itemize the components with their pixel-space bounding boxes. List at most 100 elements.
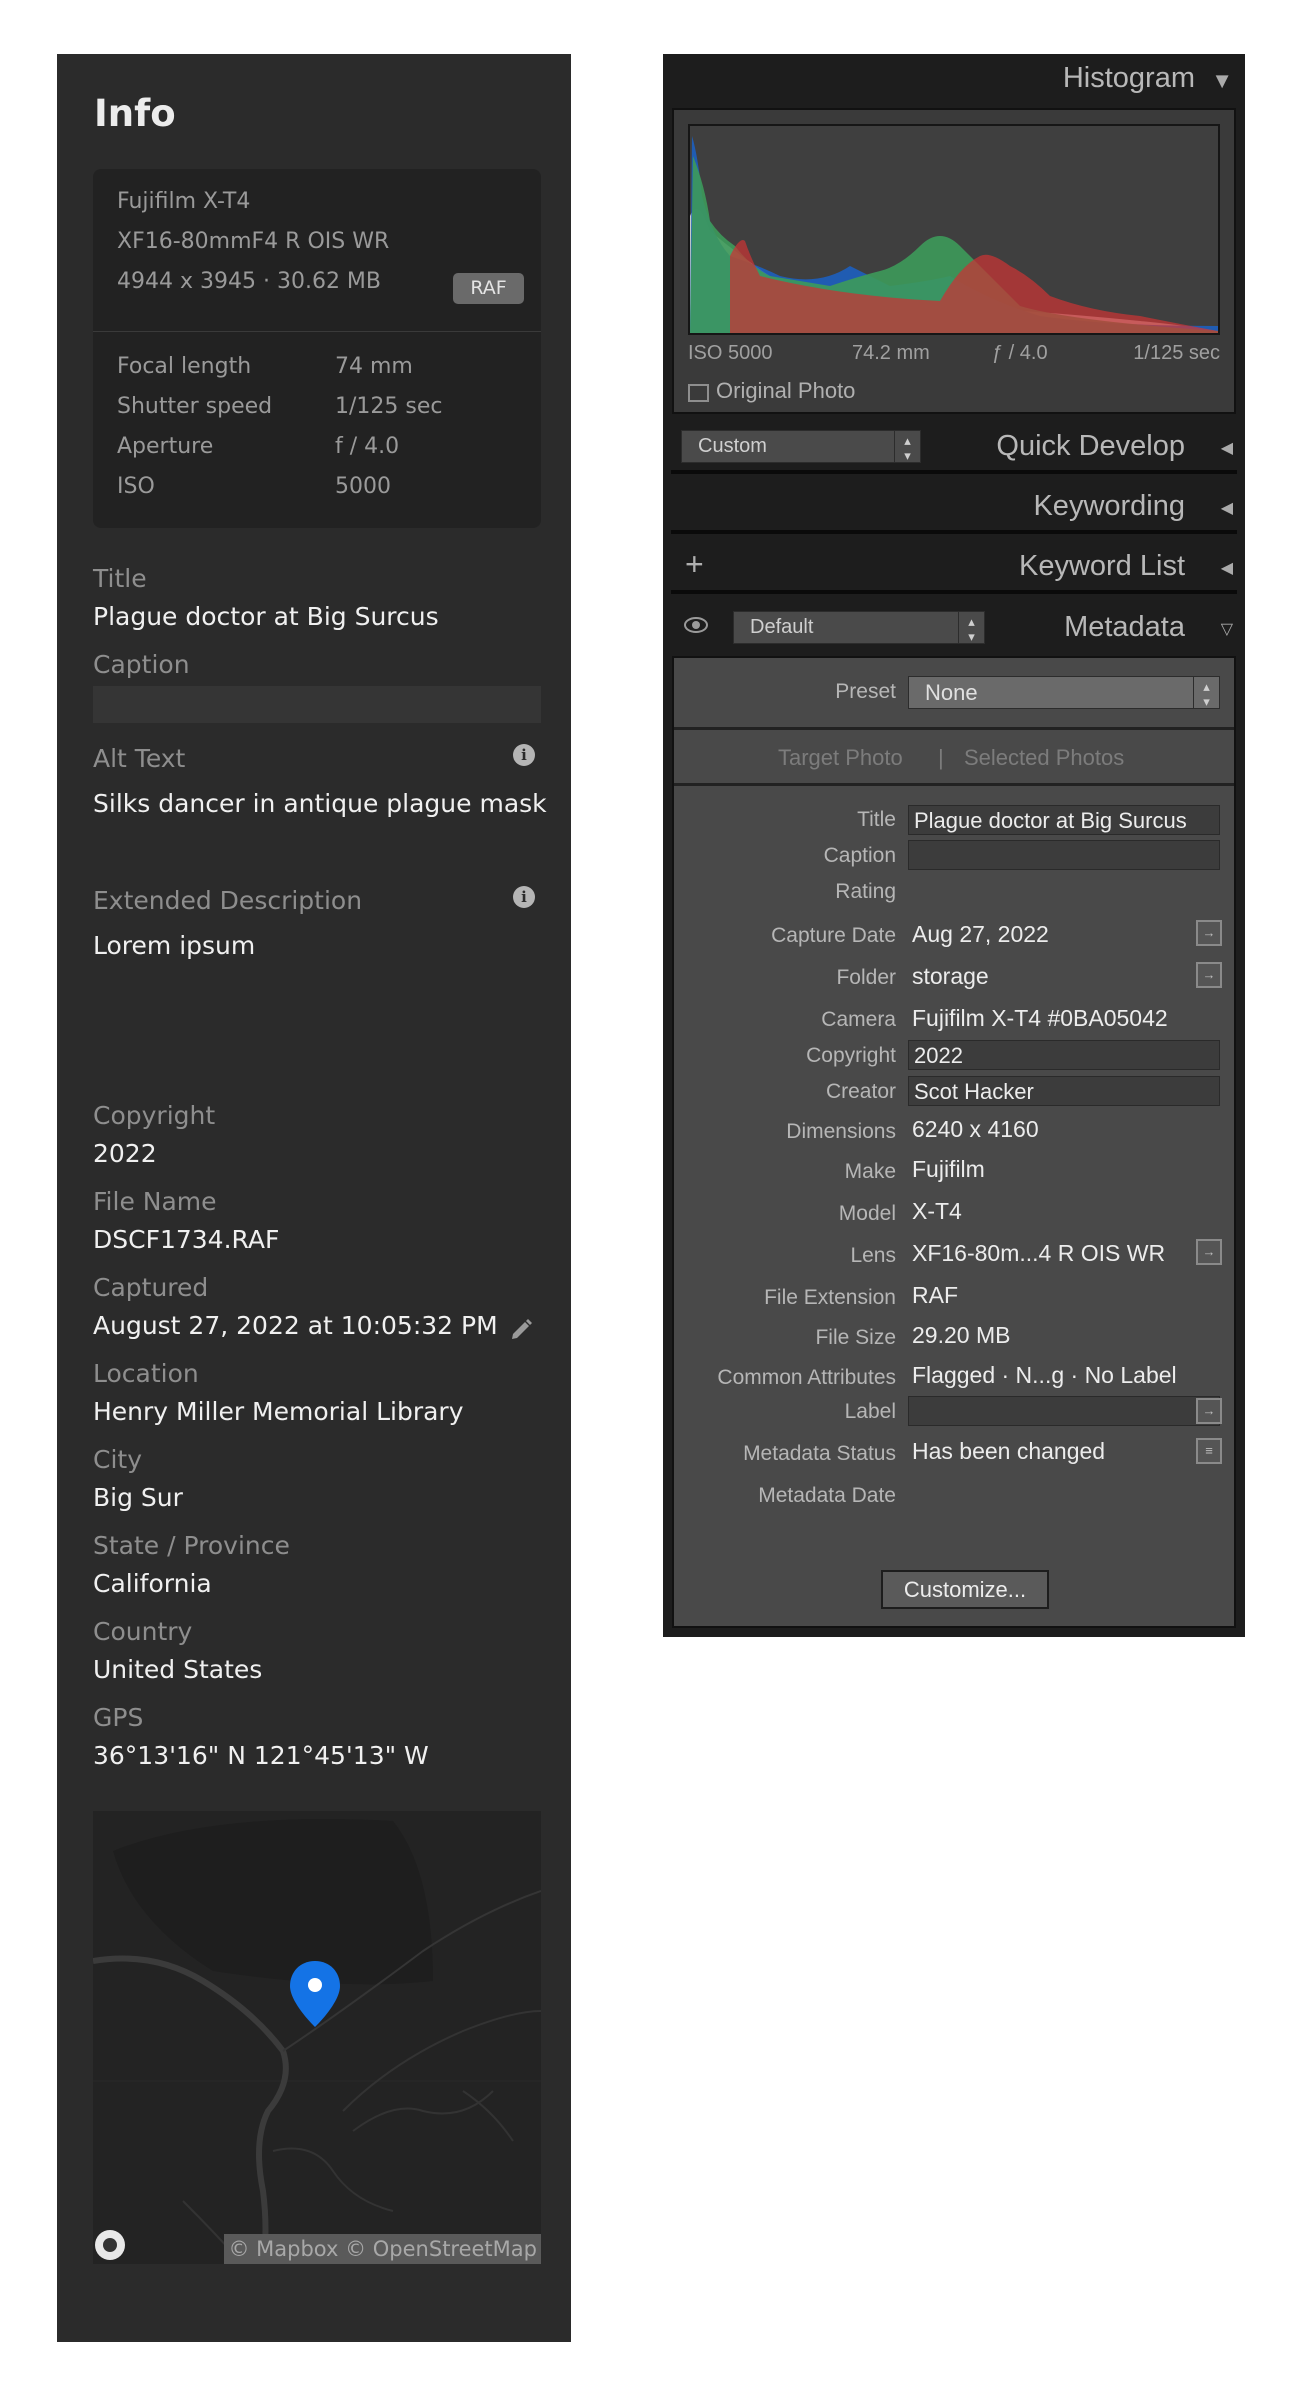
target-photo-option[interactable]: Target Photo	[778, 745, 903, 771]
info-icon[interactable]: i	[513, 886, 535, 908]
metadata-panel: Preset None ▴ ▾ Target Photo | Selected P…	[672, 656, 1236, 1628]
updown-arrows-icon: ▴ ▾	[958, 612, 984, 644]
metadata-header[interactable]: Metadata	[1064, 611, 1185, 644]
collapse-triangle-icon[interactable]: ▼	[1211, 68, 1233, 94]
original-photo-checkbox[interactable]	[688, 384, 709, 402]
metadata-preset-value: None	[925, 680, 978, 705]
quick-develop-header[interactable]: Quick Develop	[996, 430, 1185, 463]
keywording-header[interactable]: Keywording	[1033, 490, 1185, 523]
histogram-focal-length: 74.2 mm	[852, 342, 930, 364]
preset-row: Preset None ▴ ▾	[674, 658, 1234, 730]
meta-dimensions-value: 6240 x 4160	[912, 1116, 1039, 1142]
go-to-arrow-icon[interactable]: →	[1196, 920, 1222, 946]
histogram-header[interactable]: Histogram	[1063, 62, 1195, 95]
copyright-value[interactable]: 2022	[93, 1139, 157, 1168]
panel-divider	[671, 590, 1237, 594]
mapbox-logo-icon[interactable]	[95, 2230, 125, 2260]
meta-copyright-input[interactable]: 2022	[908, 1040, 1220, 1070]
meta-camera-value: Fujifilm X-T4 #0BA05042	[912, 1005, 1168, 1031]
exif-value: 1/125 sec	[335, 394, 443, 419]
captured-label: Captured	[93, 1273, 209, 1302]
meta-file-extension-value: RAF	[912, 1282, 958, 1308]
histogram-iso: ISO 5000	[688, 342, 773, 364]
target-selector-row: Target Photo | Selected Photos	[674, 733, 1234, 786]
camera-info-card: Fujifilm X-T4 XF16-80mmF4 R OIS WR 4944 …	[93, 169, 541, 528]
metadata-preset-select[interactable]: None ▴ ▾	[908, 676, 1220, 709]
histogram-curves	[690, 136, 1218, 333]
go-to-arrow-icon[interactable]: →	[1196, 962, 1222, 988]
map-terrain	[93, 1819, 541, 2264]
exif-value: 74 mm	[335, 354, 413, 379]
meta-file-size-value: 29.20 MB	[912, 1322, 1011, 1348]
meta-caption-label: Caption	[823, 844, 896, 867]
meta-file-size-label: File Size	[815, 1326, 896, 1349]
meta-date-label: Metadata Date	[758, 1484, 896, 1507]
meta-label-label: Label	[844, 1400, 896, 1423]
metadata-view-select[interactable]: Default ▴ ▾	[733, 611, 985, 644]
plus-icon[interactable]: +	[685, 546, 704, 583]
meta-status-label: Metadata Status	[743, 1442, 896, 1465]
country-value[interactable]: United States	[93, 1655, 262, 1684]
expand-triangle-icon[interactable]: ▽	[1221, 619, 1233, 639]
go-to-arrow-icon[interactable]: →	[1196, 1398, 1222, 1424]
original-photo-label[interactable]: Original Photo	[716, 378, 855, 404]
location-value[interactable]: Henry Miller Memorial Library	[93, 1397, 464, 1426]
alt-text-field[interactable]: Silks dancer in antique plague mask	[93, 789, 547, 818]
card-divider	[93, 331, 541, 332]
updown-arrows-icon: ▴ ▾	[894, 431, 920, 463]
file-format-badge: RAF	[453, 273, 524, 304]
info-icon[interactable]: i	[513, 744, 535, 766]
meta-common-attributes-label: Common Attributes	[717, 1366, 896, 1389]
quick-develop-preset-value: Custom	[698, 435, 767, 457]
map-attribution[interactable]: © Mapbox © OpenStreetMap	[224, 2234, 541, 2264]
meta-copyright-label: Copyright	[806, 1044, 896, 1067]
meta-common-attributes-value: Flagged · N...g · No Label	[912, 1362, 1177, 1388]
go-to-arrow-icon[interactable]: →	[1196, 1239, 1222, 1265]
meta-make-value: Fujifilm	[912, 1156, 985, 1182]
pencil-icon[interactable]	[509, 1316, 535, 1342]
title-field[interactable]: Plague doctor at Big Surcus	[93, 602, 439, 631]
collapse-triangle-icon[interactable]: ◀	[1221, 558, 1233, 578]
keyword-list-header[interactable]: Keyword List	[1019, 550, 1185, 583]
extended-description-label: Extended Description	[93, 886, 363, 915]
country-label: Country	[93, 1617, 193, 1646]
meta-capture-date-label: Capture Date	[771, 924, 896, 947]
collapse-triangle-icon[interactable]: ◀	[1221, 498, 1233, 518]
meta-model-value: X-T4	[912, 1198, 962, 1224]
selected-photos-option[interactable]: Selected Photos	[964, 745, 1124, 771]
meta-lens-label: Lens	[850, 1244, 896, 1267]
meta-file-extension-label: File Extension	[764, 1286, 896, 1309]
copyright-label: Copyright	[93, 1101, 216, 1130]
preset-label: Preset	[835, 680, 896, 703]
caption-field[interactable]	[93, 686, 541, 723]
collapse-triangle-icon[interactable]: ◀	[1221, 438, 1233, 458]
exif-label: Focal length	[117, 354, 252, 379]
customize-button[interactable]: Customize...	[881, 1570, 1049, 1609]
meta-title-input[interactable]: Plague doctor at Big Surcus	[908, 805, 1220, 835]
panel-divider	[671, 470, 1237, 474]
location-map[interactable]: © Mapbox © OpenStreetMap	[93, 1811, 541, 2264]
meta-caption-input[interactable]	[908, 840, 1220, 870]
meta-creator-label: Creator	[825, 1080, 896, 1103]
meta-dimensions-label: Dimensions	[786, 1120, 896, 1143]
city-value[interactable]: Big Sur	[93, 1483, 183, 1512]
file-name-label: File Name	[93, 1187, 217, 1216]
eye-icon[interactable]	[683, 616, 709, 634]
meta-model-label: Model	[838, 1202, 896, 1225]
lightroom-right-panel: Histogram ▼ ISO 5000 74.2 mm ƒ / 4.0 1/1…	[663, 54, 1245, 1637]
state-value[interactable]: California	[93, 1569, 212, 1598]
meta-make-label: Make	[844, 1160, 896, 1183]
image-dimensions-size: 4944 x 3945 · 30.62 MB	[117, 269, 382, 294]
camera-model: Fujifilm X-T4	[117, 189, 251, 214]
list-icon[interactable]: ≡	[1196, 1438, 1222, 1464]
updown-arrows-icon: ▴ ▾	[1193, 677, 1219, 709]
meta-label-input[interactable]	[908, 1396, 1220, 1426]
map-pin-icon[interactable]	[287, 1959, 343, 2031]
quick-develop-preset-select[interactable]: Custom ▴ ▾	[681, 430, 921, 463]
caption-label: Caption	[93, 650, 190, 679]
meta-creator-input[interactable]: Scot Hacker	[908, 1076, 1220, 1106]
histogram-shutter: 1/125 sec	[1133, 342, 1220, 364]
state-label: State / Province	[93, 1531, 290, 1560]
extended-description-field[interactable]: Lorem ipsum	[93, 931, 255, 960]
info-panel-title: Info	[94, 92, 176, 135]
